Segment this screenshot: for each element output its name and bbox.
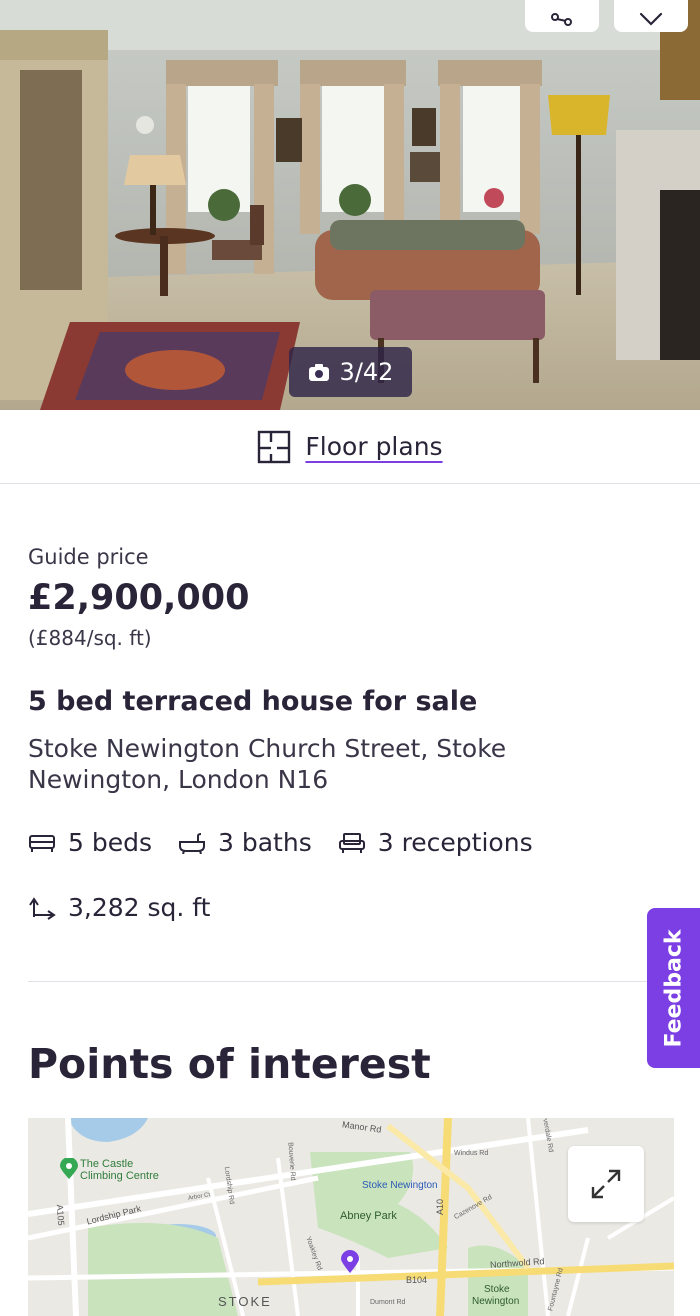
photo-counter: 3/42 (289, 347, 412, 397)
sofa-icon (338, 832, 365, 853)
map-label-a10: A10 (435, 1198, 446, 1216)
floor-plans-label[interactable]: Floor plans (305, 432, 442, 461)
receptions-feature: 3 receptions (338, 828, 533, 857)
map-label-climbing: Climbing Centre (80, 1170, 159, 1182)
points-of-interest-heading: Points of interest (28, 1040, 431, 1088)
expand-map-button[interactable] (568, 1146, 644, 1222)
listing-price: £2,900,000 (28, 578, 250, 618)
heart-icon (639, 12, 663, 26)
feedback-label[interactable]: Feedback (661, 929, 686, 1047)
map-label-dumont-rd: Dumont Rd (370, 1299, 406, 1306)
feedback-tab[interactable]: Feedback (647, 908, 700, 1068)
baths-label: 3 baths (218, 828, 312, 857)
bed-icon (29, 834, 55, 852)
property-title: 5 bed terraced house for sale (28, 686, 478, 717)
baths-feature: 3 baths (178, 828, 312, 857)
map-label-abney-park: Abney Park (340, 1210, 397, 1222)
map-label-windus-rd: Windus Rd (454, 1150, 489, 1157)
floor-area-label: 3,282 sq. ft (68, 893, 211, 922)
property-photo[interactable]: 3/42 (0, 0, 700, 410)
points-of-interest-map[interactable]: The Castle Climbing Centre Manor Rd Lord… (28, 1118, 674, 1316)
property-address: Stoke Newington Church Street, Stoke New… (28, 734, 507, 794)
poi-marker-icon[interactable] (60, 1158, 78, 1180)
share-button[interactable] (525, 0, 599, 32)
price-qualifier: Guide price (28, 545, 149, 569)
map-label-stoke-newington-common-1: Stoke (484, 1284, 510, 1295)
save-favourite-button[interactable] (614, 0, 688, 32)
floor-plans-link[interactable]: Floor plans (0, 410, 700, 484)
map-label-stoke: STOKE (218, 1294, 272, 1309)
receptions-label: 3 receptions (377, 828, 533, 857)
photo-counter-text: 3/42 (339, 358, 394, 386)
map-label-b104: B104 (406, 1275, 428, 1285)
floor-plan-icon (258, 430, 291, 463)
bath-icon (179, 832, 205, 854)
beds-label: 5 beds (68, 828, 152, 857)
share-icon (551, 13, 572, 26)
map-label-castle: The Castle (80, 1158, 134, 1170)
price-per-sqft: (£884/sq. ft) (28, 626, 152, 650)
section-divider (28, 981, 672, 982)
property-location-pin-icon[interactable] (341, 1250, 359, 1274)
property-features: 5 beds 3 baths 3 receptions (28, 828, 533, 857)
floor-area: 3,282 sq. ft (28, 893, 210, 922)
map-label-stoke-newington-station: Stoke Newington (362, 1180, 438, 1191)
area-arrows-icon (29, 896, 56, 920)
map-label-stoke-newington-common-2: Newington (472, 1296, 520, 1307)
expand-icon (591, 1169, 621, 1199)
camera-icon (308, 364, 329, 381)
beds-feature: 5 beds (28, 828, 152, 857)
map-label-a105: A105 (54, 1204, 67, 1226)
